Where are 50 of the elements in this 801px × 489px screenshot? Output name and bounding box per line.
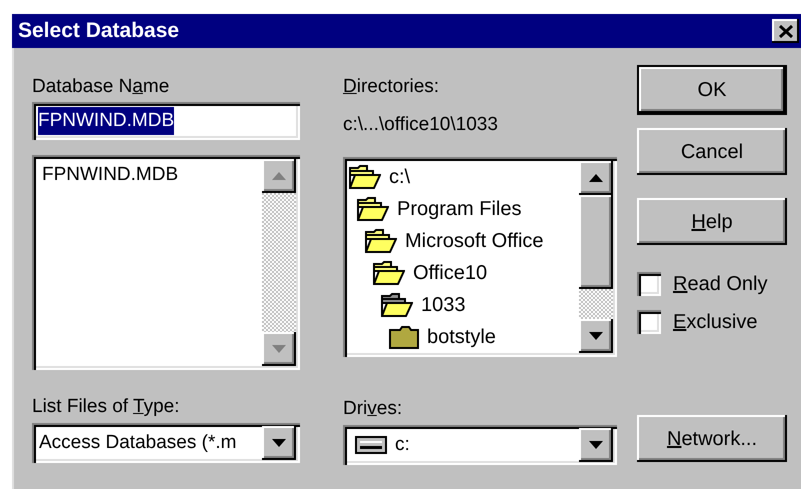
folder-item[interactable]: Office10 (413, 258, 488, 288)
file-type-dropdown[interactable]: Access Databases (*.m (32, 423, 300, 463)
folder-item[interactable]: Microsoft Office (405, 226, 544, 256)
folder-item[interactable]: c:\ (389, 162, 410, 192)
network-button[interactable]: Network... (637, 415, 787, 462)
current-folder-icon (381, 293, 413, 317)
open-folder-icon (365, 229, 397, 253)
checkbox[interactable] (637, 310, 661, 334)
scroll-thumb[interactable] (579, 195, 613, 289)
drive-icon (355, 436, 387, 454)
field-label: List Files of Type: (32, 395, 181, 419)
dropdown-value: c: (394, 432, 411, 457)
dropdown-button[interactable] (262, 426, 296, 460)
checkbox[interactable] (637, 272, 661, 296)
field-label: Directories: (343, 75, 440, 99)
field-label: Database Name (32, 75, 170, 99)
folder-item[interactable]: 1033 (421, 290, 466, 320)
dialog-button[interactable]: Help (637, 198, 787, 245)
folder-item[interactable]: Program Files (397, 194, 522, 224)
window-title: Select Database (18, 18, 180, 44)
open-folder-icon (357, 197, 389, 221)
scroll-up-button[interactable] (579, 161, 613, 195)
down-arrow-icon (589, 332, 603, 340)
scrollbar[interactable] (262, 159, 296, 366)
folder-icon (389, 325, 419, 349)
dialog-button[interactable]: Cancel (637, 128, 787, 175)
up-arrow-icon (589, 174, 603, 182)
scroll-down-button[interactable] (579, 319, 613, 353)
caret-icon (589, 441, 603, 449)
up-arrow-icon (272, 172, 286, 180)
open-folder-icon (349, 165, 381, 189)
down-arrow-icon (272, 345, 286, 353)
dropdown-button[interactable] (579, 428, 613, 462)
close-button[interactable] (772, 19, 799, 43)
database-name-field[interactable]: FPNWIND.MDB (32, 102, 300, 140)
open-folder-icon (373, 261, 405, 285)
checkbox-label[interactable]: Read Only (673, 269, 768, 299)
directory-path: c:\...\office10\1033 (343, 113, 499, 137)
dropdown-value: Access Databases (*.m (38, 430, 238, 455)
scroll-down-button[interactable] (262, 332, 296, 366)
scroll-up-button[interactable] (262, 159, 296, 193)
dialog-button[interactable]: OK (637, 65, 787, 115)
drives-dropdown[interactable]: c: (343, 425, 617, 465)
folder-item[interactable]: botstyle (427, 322, 496, 352)
checkbox-label[interactable]: Exclusive (673, 307, 758, 337)
caret-icon (272, 439, 286, 447)
scrollbar[interactable] (579, 161, 613, 353)
field-label: Drives: (343, 397, 404, 421)
close-icon (778, 24, 792, 38)
file-item[interactable]: FPNWIND.MDB (40, 163, 180, 187)
